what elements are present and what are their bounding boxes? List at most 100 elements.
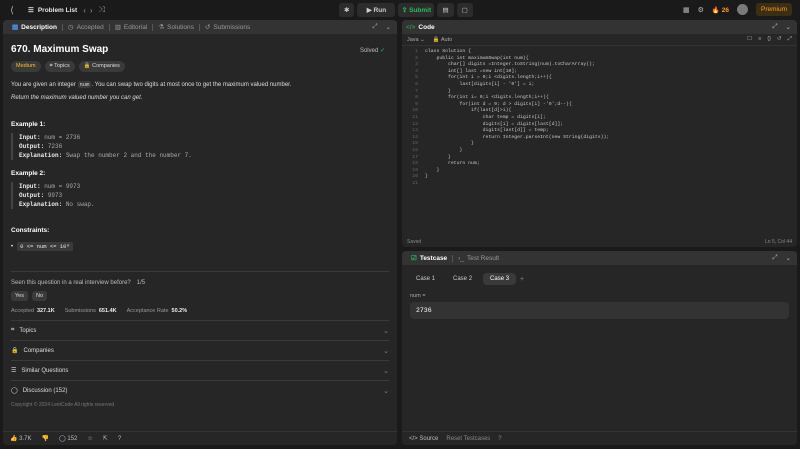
line-number: 16 xyxy=(412,147,418,153)
expand-icon[interactable]: ⤢ xyxy=(372,23,377,31)
star-icon[interactable]: ☆ xyxy=(87,435,92,442)
line-number: 20 xyxy=(412,174,418,180)
collapse-icon[interactable]: ⌄ xyxy=(386,23,391,31)
companies-tag[interactable]: 🔒 Companies xyxy=(78,61,125,72)
format-icon[interactable]: ≡ xyxy=(758,36,761,43)
source-button[interactable]: </> Source xyxy=(409,436,438,442)
notes-button[interactable]: ▤ xyxy=(437,3,454,17)
language-select[interactable]: Java ⌄ xyxy=(407,37,425,43)
topics-tag[interactable]: ⌗ Topics xyxy=(44,61,75,72)
code-line[interactable]: 16 } xyxy=(402,148,797,155)
code-line[interactable]: 5 for(int i = 0;i <digits.length;i++){ xyxy=(402,75,797,82)
note-icon: ▤ xyxy=(442,7,449,14)
code-line[interactable]: 19 } xyxy=(402,168,797,175)
dislike-button[interactable]: 👎 xyxy=(42,435,49,442)
explanation-value: No swap. xyxy=(65,201,95,208)
run-button[interactable]: ▶ Run xyxy=(357,3,396,17)
fullscreen-icon[interactable]: ⤢ xyxy=(788,36,792,43)
problem-description: You are given an integer num. You can sw… xyxy=(11,80,389,103)
output-value: 7236 xyxy=(47,143,63,150)
code-line[interactable]: 3 char[] digits =Integer.toString(num).t… xyxy=(402,62,797,69)
streak-counter[interactable]: 🔥 26 xyxy=(712,6,729,14)
yes-button[interactable]: Yes xyxy=(11,291,28,301)
code-line[interactable]: 15 } xyxy=(402,141,797,148)
code-editor[interactable]: 1 class Solution {2 public int maximumSwa… xyxy=(402,46,797,187)
tab-description[interactable]: ▤ Description xyxy=(7,20,62,34)
expand-icon[interactable]: ⤢ xyxy=(772,23,777,31)
constraint-code: 0 <= num <= 10⁸ xyxy=(17,242,73,251)
shuffle-icon[interactable]: ⤨ xyxy=(99,5,105,15)
collapse-icon[interactable]: ⌄ xyxy=(786,23,791,31)
lock-icon: 🔒 xyxy=(83,63,91,69)
interview-question: Seen this question in a real interview b… xyxy=(11,280,389,286)
num-input-field[interactable]: 2736 xyxy=(410,302,789,319)
reset-testcases-button[interactable]: Reset Testcases xyxy=(446,436,490,442)
problem-list-link[interactable]: ☰ Problem List xyxy=(28,6,77,15)
premium-button[interactable]: Premium xyxy=(755,3,792,16)
comments-button[interactable]: ◯ 152 xyxy=(59,435,77,442)
difficulty-badge[interactable]: Medium xyxy=(11,61,41,72)
code-line[interactable]: 10 if(last[d]>i){ xyxy=(402,108,797,115)
code-line[interactable]: 13 digits[last[d]] = temp; xyxy=(402,128,797,135)
code-line[interactable]: 1 class Solution { xyxy=(402,49,797,56)
accordion-similar-questions[interactable]: ☰ Similar Questions ⌄ xyxy=(11,360,389,380)
accordion-companies[interactable]: 🔒 Companies ⌄ xyxy=(11,340,389,360)
input-label: Input: xyxy=(19,134,41,141)
tab-solutions[interactable]: ⚗ Solutions xyxy=(153,20,199,34)
code-text: for(int i = 0;i <digits.length;i++){ xyxy=(425,75,552,81)
accordion-topics[interactable]: ⌗ Topics ⌄ xyxy=(11,320,389,340)
code-line[interactable]: 6 last[digits[i] - '0'] = i; xyxy=(402,82,797,89)
submit-button[interactable]: ⇪ Submit xyxy=(398,3,435,17)
comment-icon: ◯ xyxy=(58,436,66,442)
chevron-down-icon: ⌄ xyxy=(383,387,389,395)
leetcode-logo-icon[interactable]: ⟨ xyxy=(6,4,18,16)
output-value: 9973 xyxy=(47,192,63,199)
accepted-label: Accepted xyxy=(11,308,34,314)
chevron-down-icon: ⌄ xyxy=(383,347,389,355)
line-number: 18 xyxy=(412,161,418,167)
code-line[interactable]: 18 return num; xyxy=(402,161,797,168)
avatar[interactable] xyxy=(736,4,748,15)
tab-submissions-label: Submissions xyxy=(213,23,251,31)
case-1-tab[interactable]: Case 1 xyxy=(409,273,442,285)
lock-icon: 🔒 xyxy=(432,36,440,43)
copyright: Copyright © 2024 LeetCode All rights res… xyxy=(11,402,115,408)
collapse-icon[interactable]: ⌄ xyxy=(786,254,791,262)
line-number: 21 xyxy=(412,180,418,186)
case-3-tab[interactable]: Case 3 xyxy=(483,273,517,285)
debug-button[interactable]: ✱ xyxy=(339,3,355,17)
code-line[interactable]: 8 for(int i= 0;i <digits.length;i++){ xyxy=(402,95,797,102)
tab-test-result[interactable]: ›_ Test Result xyxy=(453,251,504,265)
case-2-tab[interactable]: Case 2 xyxy=(446,273,479,285)
tab-testcase[interactable]: ☑ Testcase xyxy=(406,251,452,265)
no-button[interactable]: No xyxy=(31,291,48,301)
code-line[interactable]: 20} xyxy=(402,174,797,181)
code-line[interactable]: 11 char temp = digits[i]; xyxy=(402,115,797,122)
tab-editorial-label: Editorial xyxy=(123,23,148,31)
settings-icon[interactable]: ⚙ xyxy=(698,6,704,14)
tab-submissions[interactable]: ↺ Submissions xyxy=(200,20,255,34)
line-number: 10 xyxy=(412,108,418,114)
accordion-discussion[interactable]: ◯ Discussion (152) ⌄ xyxy=(11,380,389,400)
input-var-label: num = xyxy=(410,293,426,299)
help-icon[interactable]: ? xyxy=(118,436,121,442)
next-problem-icon[interactable]: › xyxy=(90,6,93,15)
share-icon[interactable]: ⇱ xyxy=(103,435,108,442)
prev-problem-icon[interactable]: ‹ xyxy=(83,6,86,15)
tab-editorial[interactable]: ▥ Editorial xyxy=(110,20,153,34)
topics-tag-label: Topics xyxy=(54,63,70,69)
tab-accepted[interactable]: ◷ Accepted xyxy=(63,20,109,34)
like-button[interactable]: 👍 3.7K xyxy=(10,435,32,442)
companies-tag-label: Companies xyxy=(92,63,120,69)
code-line[interactable]: 21 xyxy=(402,181,797,188)
help-icon[interactable]: ? xyxy=(498,436,501,442)
layout-icon[interactable]: ▦ xyxy=(683,6,690,14)
play-icon: ▶ xyxy=(366,7,374,14)
reset-icon[interactable]: ↺ xyxy=(777,36,782,43)
expand-icon[interactable]: ⤢ xyxy=(772,254,777,262)
auto-toggle[interactable]: 🔒 Auto xyxy=(433,37,452,43)
add-case-icon[interactable]: + xyxy=(520,276,524,283)
braces-icon[interactable]: {} xyxy=(767,36,771,43)
bookmark-icon[interactable]: ☐ xyxy=(747,36,752,43)
whiteboard-button[interactable]: ▢ xyxy=(456,3,473,17)
